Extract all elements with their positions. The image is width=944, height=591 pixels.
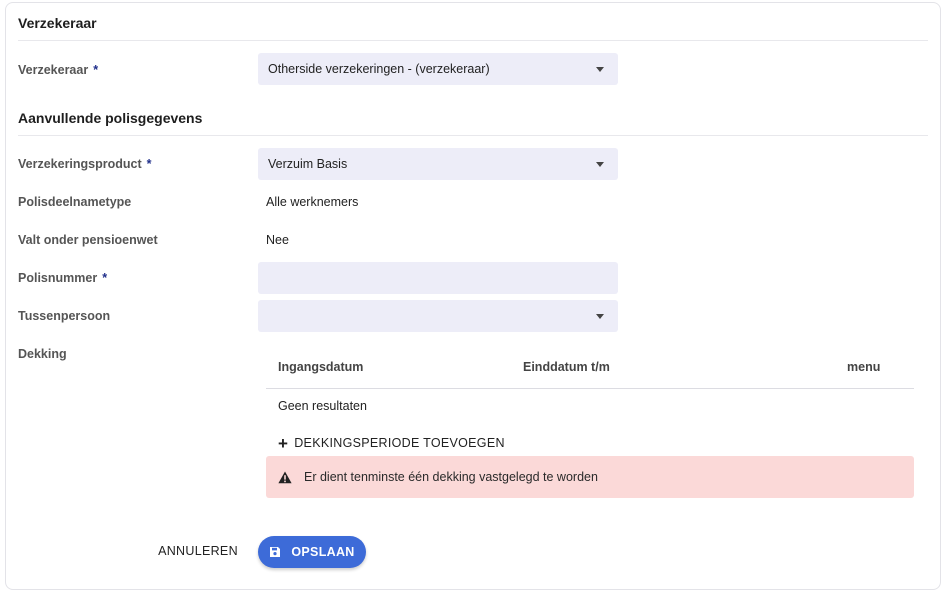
participation-value: Alle werknemers xyxy=(266,195,359,209)
chevron-down-icon xyxy=(596,162,604,167)
plus-icon: + xyxy=(278,433,289,453)
chevron-down-icon xyxy=(596,314,604,319)
required-marker: * xyxy=(102,271,108,285)
insurer-select-value: Otherside verzekeringen - (verzekeraar) xyxy=(268,62,490,76)
pension-law-value: Nee xyxy=(266,233,289,247)
column-header-end-date: Einddatum t/m xyxy=(523,360,610,374)
insurer-label: Verzekeraar * xyxy=(18,62,98,78)
coverage-warning-text: Er dient tenminste één dekking vastgeleg… xyxy=(304,470,598,484)
insurer-select[interactable]: Otherside verzekeringen - (verzekeraar) xyxy=(258,53,618,85)
cancel-button[interactable]: ANNULEREN xyxy=(156,536,240,566)
save-button-label: OPSLAAN xyxy=(291,545,355,559)
intermediary-select[interactable] xyxy=(258,300,618,332)
save-icon xyxy=(269,546,281,558)
required-marker: * xyxy=(93,63,99,77)
product-label-text: Verzekeringsproduct xyxy=(18,157,142,171)
section-title-insurer: Verzekeraar xyxy=(18,15,97,31)
pension-law-label: Valt onder pensioenwet xyxy=(18,233,158,247)
warning-icon xyxy=(278,471,292,484)
intermediary-label: Tussenpersoon xyxy=(18,309,111,323)
policy-number-input[interactable] xyxy=(258,262,618,294)
save-button[interactable]: OPSLAAN xyxy=(258,536,366,568)
policy-number-label-text: Polisnummer xyxy=(18,271,98,285)
insurer-label-text: Verzekeraar xyxy=(18,63,89,77)
participation-label: Polisdeelnametype xyxy=(18,195,132,209)
required-marker: * xyxy=(146,157,152,171)
coverage-warning-alert: Er dient tenminste één dekking vastgeleg… xyxy=(266,456,914,498)
product-label: Verzekeringsproduct * xyxy=(18,156,152,172)
chevron-down-icon xyxy=(596,67,604,72)
table-header-divider xyxy=(266,388,914,389)
section-divider xyxy=(18,135,928,136)
policy-number-label: Polisnummer * xyxy=(18,270,107,286)
add-coverage-period-label: DEKKINGSPERIODE TOEVOEGEN xyxy=(294,436,505,450)
section-divider xyxy=(18,40,928,41)
column-header-menu: menu xyxy=(847,360,881,374)
empty-table-message: Geen resultaten xyxy=(278,399,367,413)
section-title-extra: Aanvullende polisgegevens xyxy=(18,110,203,126)
policy-form-card xyxy=(5,2,941,590)
product-select-value: Verzuim Basis xyxy=(268,157,348,171)
product-select[interactable]: Verzuim Basis xyxy=(258,148,618,180)
coverage-label: Dekking xyxy=(18,347,67,361)
column-header-start-date: Ingangsdatum xyxy=(278,360,364,374)
add-coverage-period-button[interactable]: + DEKKINGSPERIODE TOEVOEGEN xyxy=(278,434,505,452)
